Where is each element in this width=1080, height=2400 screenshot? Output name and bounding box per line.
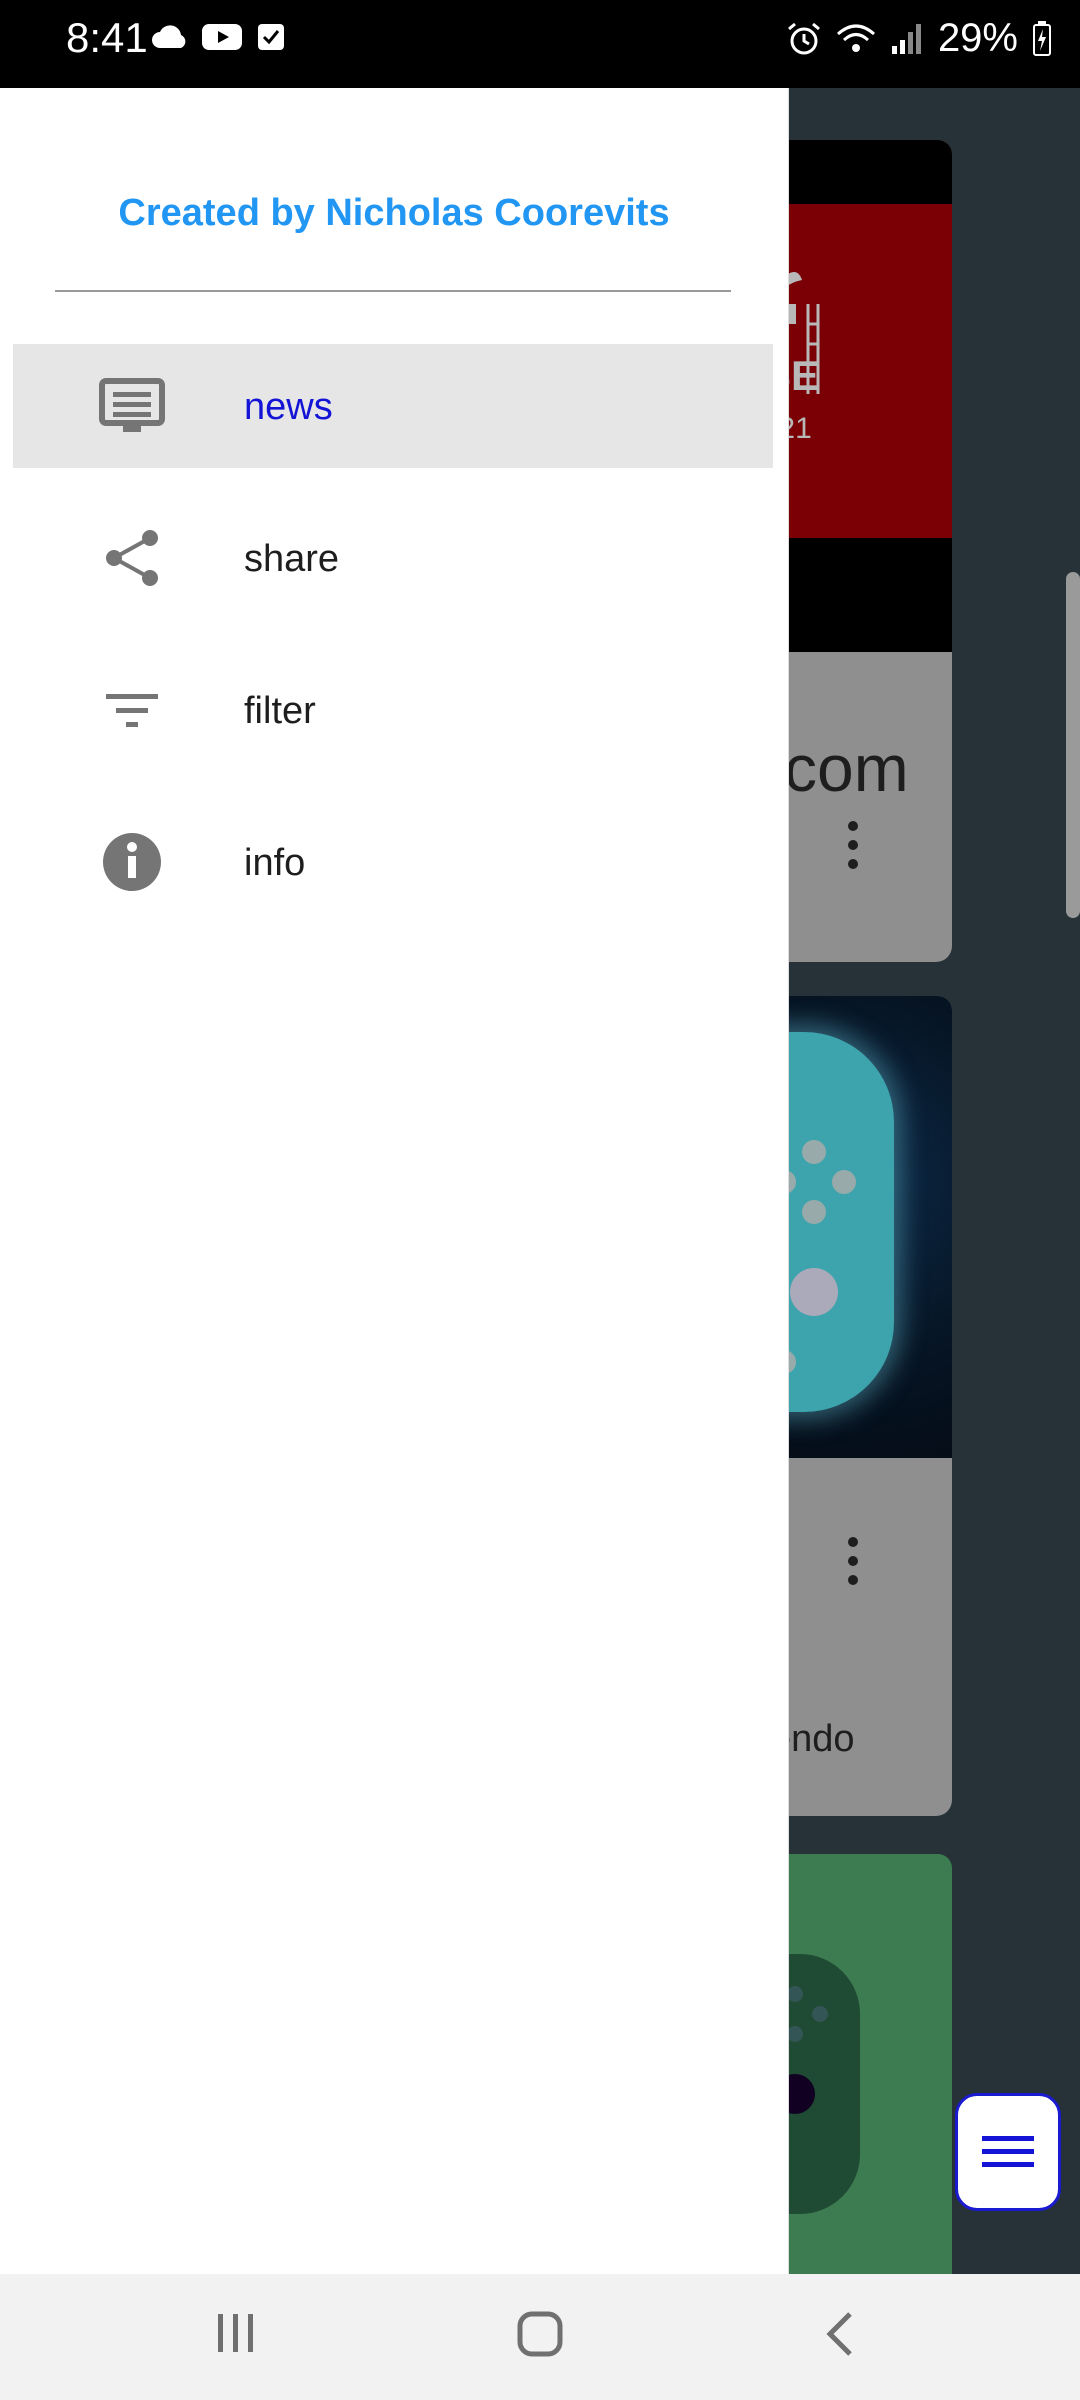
recent-apps-icon[interactable] [214,2310,258,2356]
battery-percentage: 29% [937,16,1018,60]
menu-icon [982,2136,1034,2167]
drawer-header: Created by Nicholas Coorevits [118,192,670,234]
home-icon[interactable] [516,2310,564,2358]
news-card-domain: com [784,731,909,805]
filter-icon [106,694,158,727]
drawer-item-news[interactable]: news [13,344,773,468]
drawer-item-info[interactable]: info [13,800,773,924]
share-icon [106,530,158,586]
checkbox-notification-icon [258,24,284,50]
drawer-item-label: share [244,538,340,580]
drawer-divider [55,290,731,292]
battery-charging-icon [1033,20,1051,56]
drawer-item-label: info [244,842,306,884]
info-icon [103,833,161,891]
more-options-icon[interactable] [846,820,860,870]
status-bar: 8:41 29% [0,0,1080,88]
cloud-icon [152,25,186,48]
alarm-icon [787,22,820,54]
youtube-icon [202,24,242,50]
navigation-drawer: Created by Nicholas Coorevits news share [0,88,789,2274]
more-options-icon[interactable] [846,1536,860,1586]
drawer-item-share[interactable]: share [13,496,773,620]
news-icon [99,378,165,432]
status-time: 8:41 [66,14,148,61]
status-left-icons [152,22,286,52]
drawer-item-label: news [244,386,333,428]
signal-icon [891,23,921,54]
system-navigation-bar [0,2274,1080,2400]
wifi-icon [836,24,875,52]
status-right-icons: 29% [786,16,1052,61]
drawer-item-label: filter [244,690,316,732]
menu-fab-button[interactable] [955,2093,1061,2211]
drawer-item-filter[interactable]: filter [13,648,773,772]
scrollbar[interactable] [1066,572,1080,918]
back-icon[interactable] [820,2310,860,2358]
